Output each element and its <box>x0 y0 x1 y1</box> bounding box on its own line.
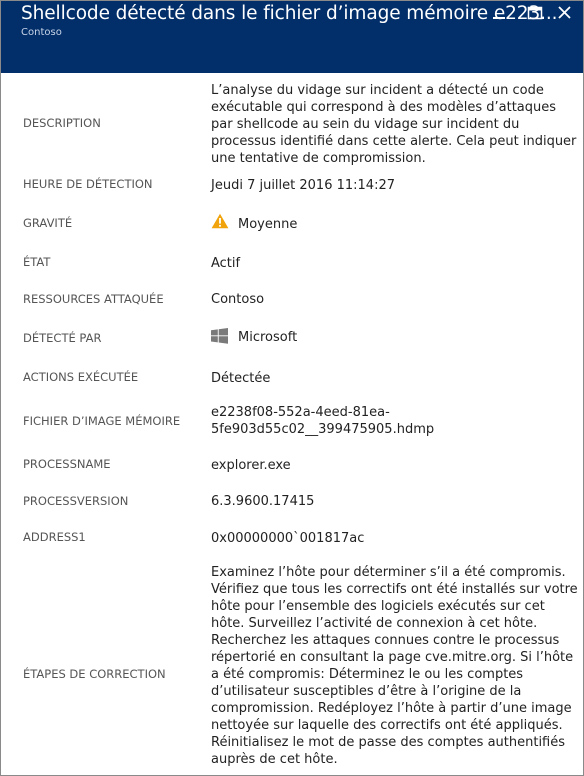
detected-by-label: DÉTECTÉ PAR <box>23 331 102 345</box>
dump-file-value-line1: e2238f08-552a-4eed-81ea- <box>211 405 390 420</box>
process-version-label: PROCESSVERSION <box>23 494 129 508</box>
warning-icon <box>211 213 229 233</box>
address1-value: 0x00000000`001817ac <box>211 531 365 546</box>
close-icon[interactable] <box>555 5 575 21</box>
severity-value: Moyenne <box>238 217 298 232</box>
state-label: ÉTAT <box>23 255 51 269</box>
detection-time-value: Jeudi 7 juillet 2016 11:14:27 <box>211 178 395 193</box>
remediation-value: Examinez l’hôte pour déterminer s’il a é… <box>211 565 578 767</box>
description-value: L’analyse du vidage sur incident a détec… <box>211 83 577 166</box>
blade-title: Shellcode détecté dans le fichier d’imag… <box>21 3 558 24</box>
blade-subtitle: Contoso <box>21 27 62 38</box>
minimize-icon[interactable] <box>489 5 509 21</box>
state-value: Actif <box>211 256 241 271</box>
blade-header: Shellcode détecté dans le fichier d’imag… <box>1 1 583 73</box>
process-name-label: PROCESSNAME <box>23 457 111 471</box>
process-name-value: explorer.exe <box>211 458 291 473</box>
address1-label: ADDRESS1 <box>23 530 86 544</box>
alert-details-blade: Shellcode détecté dans le fichier d’imag… <box>0 0 584 776</box>
dump-file-label: FICHIER D’IMAGE MÉMOIRE <box>23 414 181 428</box>
description-label: DESCRIPTION <box>23 116 101 130</box>
severity-label: GRAVITÉ <box>23 216 73 230</box>
maximize-icon[interactable] <box>525 5 545 21</box>
actions-taken-label: ACTIONS EXÉCUTÉE <box>23 370 139 384</box>
windows-logo-icon <box>211 328 228 348</box>
attacked-resources-value: Contoso <box>211 292 265 307</box>
detection-time-label: HEURE DE DÉTECTION <box>23 177 153 191</box>
remediation-label: ÉTAPES DE CORRECTION <box>23 667 166 681</box>
process-version-value: 6.3.9600.17415 <box>211 494 315 509</box>
detected-by-value: Microsoft <box>238 330 298 345</box>
attacked-resources-label: RESSOURCES ATTAQUÉE <box>23 292 164 306</box>
actions-taken-value: Détectée <box>211 371 271 386</box>
dump-file-value-line2: 5fe903d55c02__399475905.hdmp <box>211 422 435 437</box>
